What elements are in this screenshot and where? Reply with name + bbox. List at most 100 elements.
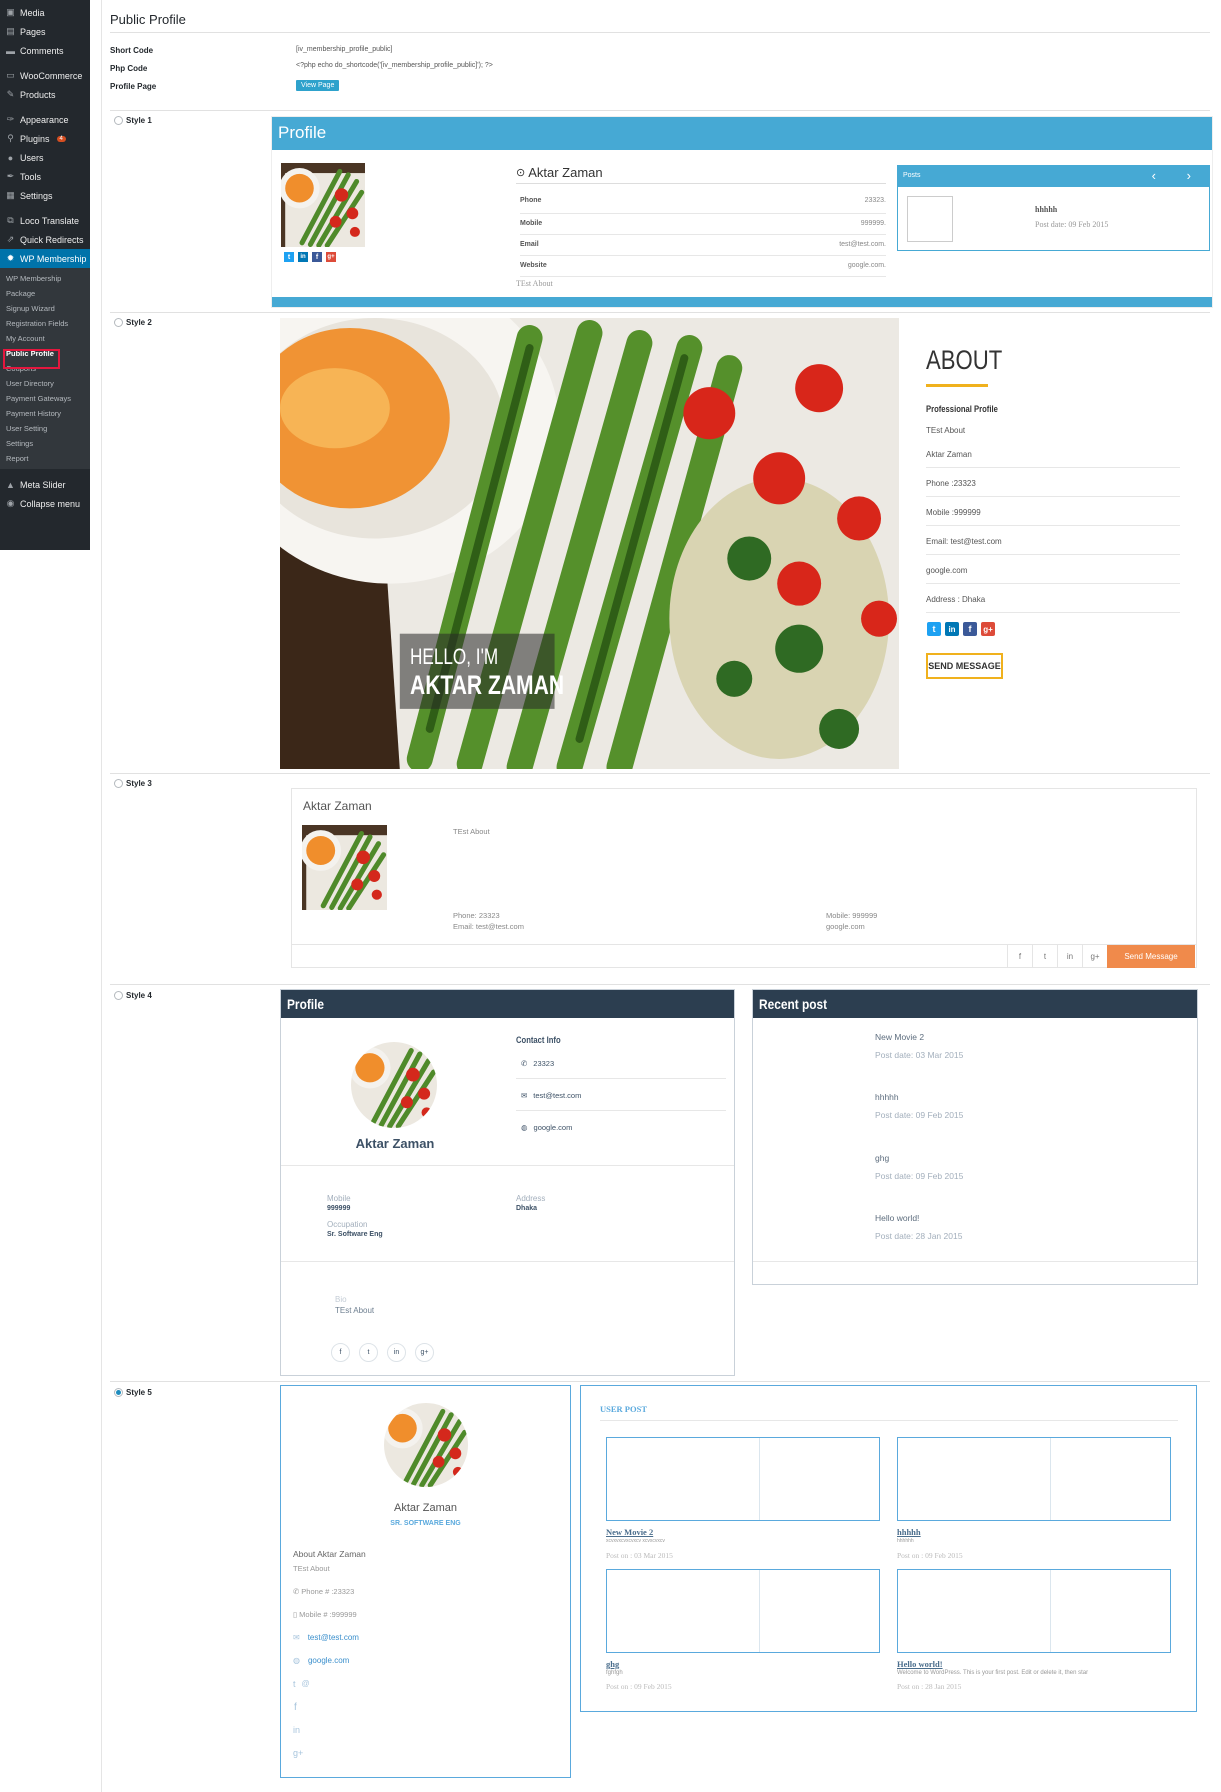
- submenu-payment-history[interactable]: Payment History: [0, 406, 90, 421]
- submenu-payment-gateways[interactable]: Payment Gateways: [0, 391, 90, 406]
- chevron-left-icon[interactable]: ‹: [1152, 168, 1156, 183]
- facebook-icon[interactable]: f: [331, 1343, 350, 1362]
- sidebar-item-meta-slider[interactable]: ▲ Meta Slider: [0, 475, 90, 494]
- tools-icon: ✒: [6, 171, 15, 181]
- sidebar-item-media[interactable]: ▣ Media: [0, 3, 90, 22]
- style4-post-title[interactable]: New Movie 2: [875, 1032, 924, 1042]
- style5-post-title[interactable]: ghg: [606, 1659, 619, 1669]
- submenu-settings[interactable]: Settings: [0, 436, 90, 451]
- twitter-icon[interactable]: t: [293, 1679, 296, 1689]
- style4-occupation: Sr. Software Eng: [327, 1231, 383, 1238]
- style-2-option[interactable]: Style 2: [114, 318, 152, 327]
- style2-about-title: ABOUT: [926, 345, 1003, 375]
- profile-page-label: Profile Page: [110, 82, 157, 91]
- submenu-registration-fields[interactable]: Registration Fields: [0, 316, 90, 331]
- at-icon[interactable]: @: [302, 1679, 310, 1689]
- linkedin-icon[interactable]: in: [298, 252, 308, 262]
- submenu-report[interactable]: Report: [0, 451, 90, 466]
- submenu-wp-membership[interactable]: WP Membership: [0, 271, 90, 286]
- sidebar-item-pages[interactable]: ▤ Pages: [0, 22, 90, 41]
- linkedin-icon[interactable]: in: [945, 622, 959, 636]
- google-plus-icon[interactable]: g+: [415, 1343, 434, 1362]
- style5-about: TEst About: [293, 1564, 330, 1573]
- google-plus-icon[interactable]: g+: [293, 1748, 303, 1758]
- style5-post-thumbnail[interactable]: [897, 1569, 1171, 1653]
- sidebar-item-loco-translate[interactable]: ⧉ Loco Translate: [0, 211, 90, 230]
- style4-post-date: Post date: 09 Feb 2015: [875, 1171, 964, 1181]
- google-plus-icon[interactable]: g+: [326, 252, 336, 262]
- submenu-my-account[interactable]: My Account: [0, 331, 90, 346]
- style3-mobile: Mobile: 999999: [826, 911, 878, 920]
- style-5-radio[interactable]: [114, 1388, 123, 1397]
- google-plus-icon[interactable]: g+: [1082, 945, 1107, 968]
- style4-recent-divider: [753, 1261, 1197, 1262]
- sidebar-item-woocommerce[interactable]: ▭ WooCommerce: [0, 66, 90, 85]
- style3-website: google.com: [826, 922, 865, 931]
- sidebar-item-tools[interactable]: ✒ Tools: [0, 167, 90, 186]
- style3-about: TEst About: [453, 827, 490, 836]
- facebook-icon[interactable]: f: [312, 252, 322, 262]
- style5-post-title[interactable]: hhhhh: [897, 1527, 921, 1537]
- chevron-right-icon[interactable]: ›: [1187, 168, 1191, 183]
- style5-post-thumbnail[interactable]: [606, 1569, 880, 1653]
- facebook-icon[interactable]: f: [1007, 945, 1032, 968]
- sidebar-item-plugins[interactable]: ⚲ Plugins 4: [0, 129, 90, 148]
- style-3-radio[interactable]: [114, 779, 123, 788]
- style-2-radio[interactable]: [114, 318, 123, 327]
- style-5-option[interactable]: Style 5: [114, 1388, 152, 1397]
- style4-recent-header: Recent post: [753, 990, 1197, 1018]
- style5-website-row: ◍ google.com: [293, 1656, 350, 1665]
- style5-avatar: [384, 1403, 468, 1487]
- sidebar-item-comments[interactable]: ▬ Comments: [0, 41, 90, 60]
- twitter-icon[interactable]: t: [284, 252, 294, 262]
- sidebar-item-products[interactable]: ✎ Products: [0, 85, 90, 104]
- style5-post-title[interactable]: Hello world!: [897, 1659, 943, 1669]
- twitter-icon[interactable]: t: [1032, 945, 1057, 968]
- sidebar-item-quick-redirects[interactable]: ⇗ Quick Redirects: [0, 230, 90, 249]
- style5-post-title[interactable]: New Movie 2: [606, 1527, 653, 1537]
- style3-send-message-button[interactable]: Send Message: [1107, 945, 1195, 968]
- style2-social: t in f g+: [927, 622, 995, 636]
- style4-bio: TEst About: [335, 1306, 375, 1315]
- twitter-icon[interactable]: t: [359, 1343, 378, 1362]
- style3-email: Email: test@test.com: [453, 922, 524, 931]
- facebook-icon[interactable]: f: [294, 1702, 297, 1713]
- style4-post-title[interactable]: Hello world!: [875, 1213, 919, 1223]
- sidebar-collapse-menu[interactable]: ◉ Collapse menu: [0, 494, 90, 513]
- envelope-icon: ✉: [293, 1633, 300, 1642]
- style1-post-title[interactable]: hhhhh: [1035, 205, 1057, 214]
- view-page-button[interactable]: View Page: [296, 80, 340, 91]
- style5-post-excerpt: xcvxvxcvxcvxcv xcvxcvxcv: [606, 1538, 665, 1544]
- style2-mobile: Mobile :999999: [926, 508, 981, 517]
- google-plus-icon[interactable]: g+: [981, 622, 995, 636]
- twitter-icon[interactable]: t: [927, 622, 941, 636]
- style-4-option[interactable]: Style 4: [114, 991, 152, 1000]
- submenu-signup-wizard[interactable]: Signup Wizard: [0, 301, 90, 316]
- style2-address: Address : Dhaka: [926, 595, 986, 604]
- style-4-radio[interactable]: [114, 991, 123, 1000]
- style-1-radio[interactable]: [114, 116, 123, 125]
- style-3-option[interactable]: Style 3: [114, 779, 152, 788]
- style5-post-thumbnail[interactable]: [897, 1437, 1171, 1521]
- woocommerce-icon: ▭: [6, 70, 15, 80]
- style5-post-thumbnail[interactable]: [606, 1437, 880, 1521]
- sidebar-item-settings[interactable]: ▦ Settings: [0, 186, 90, 205]
- submenu-package[interactable]: Package: [0, 286, 90, 301]
- style5-post-date: Post on : 28 Jan 2015: [897, 1682, 962, 1691]
- linkedin-icon[interactable]: in: [387, 1343, 406, 1362]
- style4-post-title[interactable]: ghg: [875, 1153, 889, 1163]
- linkedin-icon[interactable]: in: [293, 1725, 300, 1735]
- sidebar-item-users[interactable]: ● Users: [0, 148, 90, 167]
- submenu-user-directory[interactable]: User Directory: [0, 376, 90, 391]
- section-divider: [110, 1381, 1210, 1382]
- style5-phone-row: ✆ Phone # :23323: [293, 1587, 355, 1596]
- submenu-user-setting[interactable]: User Setting: [0, 421, 90, 436]
- sidebar-item-wp-membership[interactable]: ✹ WP Membership: [0, 249, 90, 268]
- style2-send-message-button[interactable]: SEND MESSAGE: [926, 653, 1003, 679]
- style4-profile-header: Profile: [281, 990, 734, 1018]
- facebook-icon[interactable]: f: [963, 622, 977, 636]
- style-1-option[interactable]: Style 1: [114, 116, 152, 125]
- style4-post-title[interactable]: hhhhh: [875, 1092, 899, 1102]
- sidebar-item-appearance[interactable]: ✑ Appearance: [0, 110, 90, 129]
- linkedin-icon[interactable]: in: [1057, 945, 1082, 968]
